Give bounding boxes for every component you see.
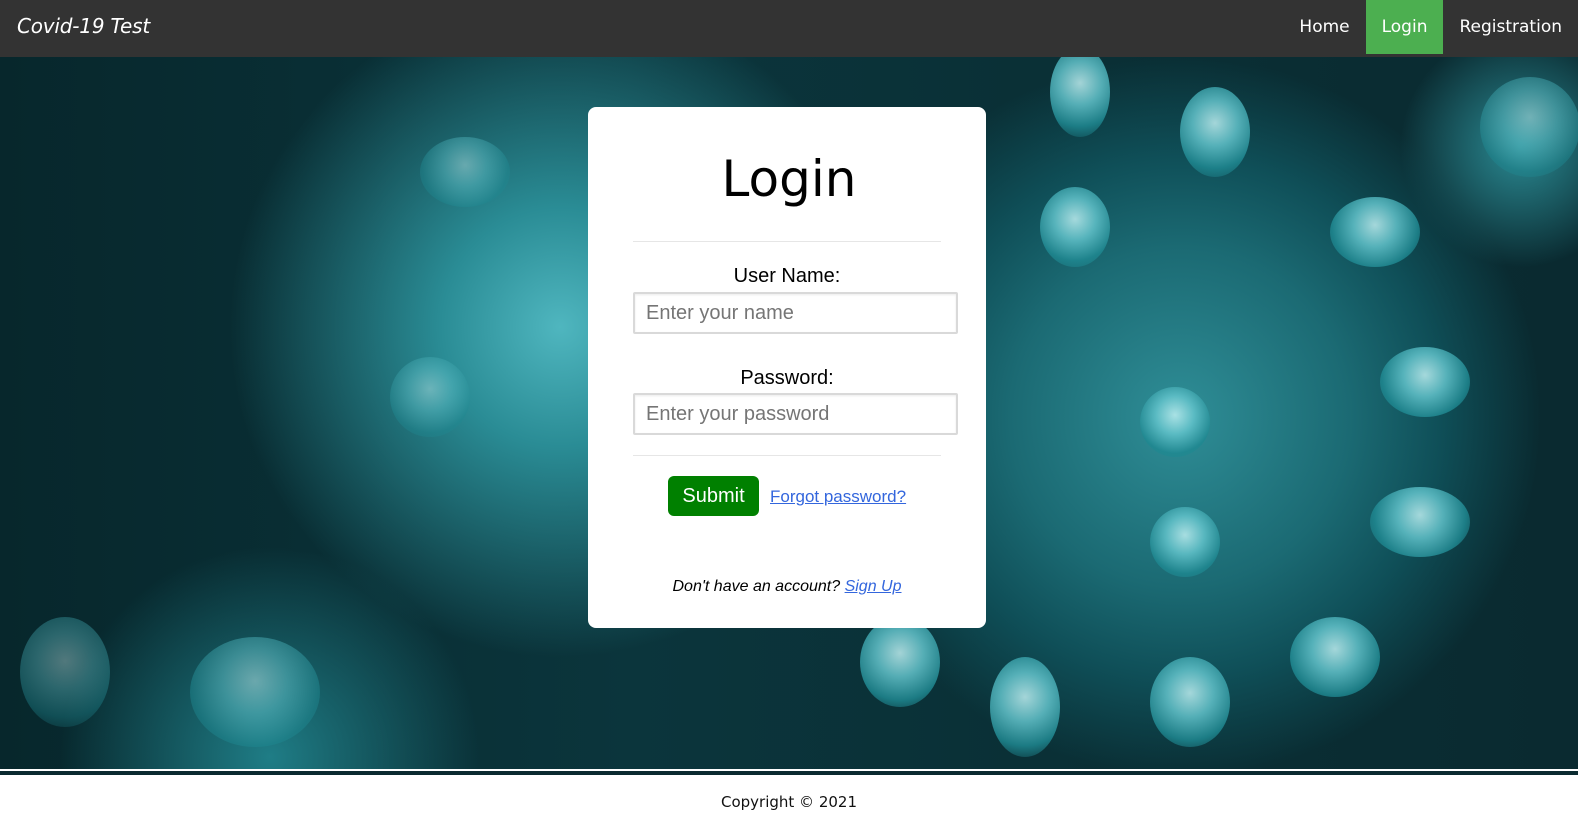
nav-link-login[interactable]: Login — [1365, 0, 1444, 54]
nav-link-registration[interactable]: Registration — [1443, 0, 1578, 54]
username-input[interactable] — [633, 292, 958, 334]
virus-spike — [20, 617, 110, 727]
virus-spike — [990, 657, 1060, 757]
virus-spike — [1140, 387, 1210, 457]
title-divider — [633, 241, 941, 242]
top-navbar: Covid-19 Test Home Login Registration — [0, 0, 1578, 57]
signup-prompt-text: Don't have an account? — [672, 578, 841, 595]
form-divider — [633, 455, 941, 456]
password-input[interactable] — [633, 393, 958, 435]
virus-spike — [1050, 57, 1110, 137]
virus-spike — [1290, 617, 1380, 697]
virus-spike — [390, 357, 470, 437]
nav-links: Home Login Registration — [1283, 0, 1578, 54]
virus-spike — [1150, 657, 1230, 747]
virus-spike — [1380, 347, 1470, 417]
virus-spike — [1370, 487, 1470, 557]
nav-link-home[interactable]: Home — [1283, 0, 1365, 54]
login-title: Login — [721, 150, 857, 208]
signup-link[interactable]: Sign Up — [845, 578, 902, 595]
brand-title[interactable]: Covid-19 Test — [17, 14, 150, 38]
virus-spike — [1150, 507, 1220, 577]
password-label: Password: — [740, 367, 834, 389]
copyright-text: Copyright © 2021 — [720, 793, 857, 811]
submit-button[interactable]: Submit — [668, 476, 759, 516]
username-label: User Name: — [733, 265, 841, 287]
signup-prompt: Don't have an account? Sign Up — [588, 578, 986, 596]
virus-spike — [190, 637, 320, 747]
forgot-password-link[interactable]: Forgot password? — [770, 487, 906, 507]
virus-spike — [860, 617, 940, 707]
